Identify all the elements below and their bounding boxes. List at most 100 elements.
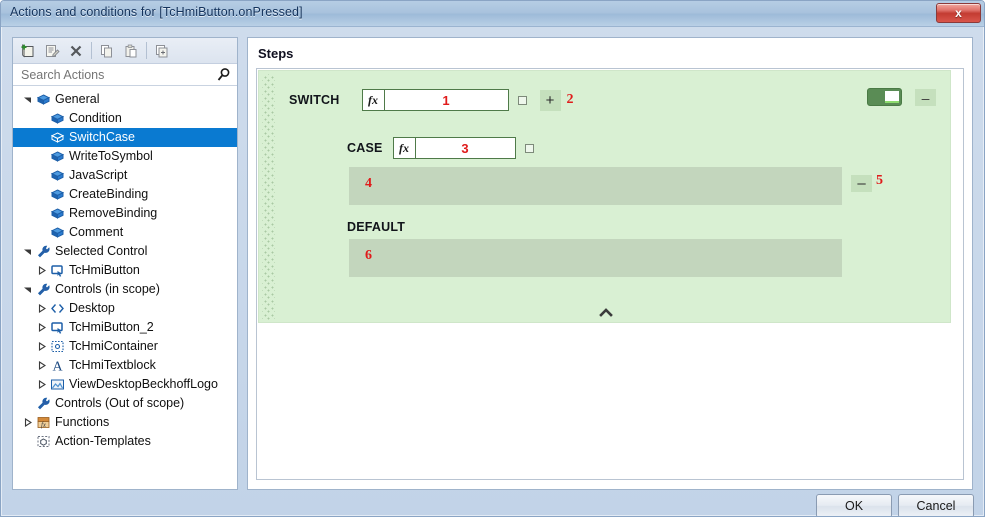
add-case-button[interactable]: + (539, 89, 561, 111)
text-a-icon: A (48, 356, 66, 375)
tree-item-label: Selected Control (55, 244, 148, 258)
remove-step-button[interactable]: – (915, 89, 936, 106)
tree-item-label: CreateBinding (69, 187, 149, 201)
step-drag-handle[interactable] (262, 74, 275, 321)
tree-item-javascript[interactable]: JavaScript (13, 166, 237, 185)
tree-item-label: TcHmiButton (69, 263, 140, 277)
tree-item-desktop[interactable]: Desktop (13, 299, 237, 318)
chevron-down-icon[interactable] (21, 90, 34, 109)
action-cube-icon (48, 128, 66, 147)
case-binding-checkbox[interactable] (524, 143, 534, 153)
fx-icon[interactable]: fx (362, 90, 385, 110)
container-icon (48, 337, 66, 356)
new-action-icon[interactable] (16, 40, 40, 62)
actions-tree[interactable]: General Condition SwitchCase WriteToSymbol J… (13, 87, 237, 489)
close-button[interactable]: x (936, 3, 981, 23)
tree-item-label: General (55, 92, 100, 106)
tree-item-label: TcHmiTextblock (69, 358, 156, 372)
steps-canvas[interactable]: SWITCH fx + 2 – (256, 68, 964, 480)
chevron-right-icon[interactable] (21, 413, 34, 432)
duplicate-icon[interactable] (150, 40, 174, 62)
marker-6: 6 (365, 248, 372, 263)
chevron-right-icon[interactable] (35, 318, 48, 337)
switch-expression-combo: fx (361, 89, 509, 111)
template-icon (34, 432, 52, 451)
case-actions-dropzone[interactable]: 4 (349, 167, 842, 205)
action-cube-icon (48, 166, 66, 185)
ok-button[interactable]: OK (816, 494, 892, 516)
tree-item-action-templates[interactable]: Action-Templates (13, 432, 237, 451)
chevron-down-icon[interactable] (21, 280, 34, 299)
tree-item-selected-control[interactable]: Selected Control (13, 242, 237, 261)
search-input[interactable] (19, 66, 204, 84)
remove-case-button[interactable]: – (851, 175, 872, 192)
copy-icon[interactable] (95, 40, 119, 62)
cancel-button[interactable]: Cancel (898, 494, 974, 516)
step-enable-toggle[interactable] (867, 88, 902, 106)
action-cube-icon (48, 223, 66, 242)
tree-item-label: Comment (69, 225, 124, 239)
tree-item-controls-out-of-scope[interactable]: Controls (Out of scope) (13, 394, 237, 413)
title-bar: Actions and conditions for [TcHmiButton.… (1, 1, 984, 27)
tree-twisty-none (35, 166, 48, 185)
tree-item-label: TcHmiButton_2 (69, 320, 154, 334)
tree-item-createbinding[interactable]: CreateBinding (13, 185, 237, 204)
steps-heading: Steps (258, 46, 294, 61)
switch-binding-checkbox[interactable] (517, 95, 527, 105)
marker-5: 5 (876, 173, 883, 188)
chevron-down-icon[interactable] (21, 242, 34, 261)
toggle-knob (885, 91, 899, 103)
case-expression-combo: fx (392, 137, 516, 159)
tree-item-tchmitextblock[interactable]: A TcHmiTextblock (13, 356, 237, 375)
marker-4: 4 (365, 176, 372, 191)
tree-item-tchmibutton-2[interactable]: TcHmiButton_2 (13, 318, 237, 337)
button-control-icon (48, 261, 66, 280)
fx-icon[interactable]: fx (393, 138, 416, 158)
tree-item-label: Functions (55, 415, 110, 429)
tree-item-label: WriteToSymbol (69, 149, 153, 163)
actions-toolbar (13, 38, 237, 64)
functions-fx-icon: fx (34, 413, 52, 432)
chevron-right-icon[interactable] (35, 375, 48, 394)
switch-expression-input[interactable] (384, 90, 508, 110)
paste-icon[interactable] (119, 40, 143, 62)
tree-item-label: TcHmiContainer (69, 339, 158, 353)
tree-item-comment[interactable]: Comment (13, 223, 237, 242)
delete-action-icon[interactable] (64, 40, 88, 62)
window-title: Actions and conditions for [TcHmiButton.… (10, 5, 303, 19)
tree-item-general[interactable]: General (13, 90, 237, 109)
tree-item-functions[interactable]: fx Functions (13, 413, 237, 432)
image-icon (48, 375, 66, 394)
tree-item-controls-in-scope[interactable]: Controls (in scope) (13, 280, 237, 299)
chevron-right-icon[interactable] (35, 299, 48, 318)
chevron-right-icon[interactable] (35, 356, 48, 375)
chevron-right-icon[interactable] (35, 261, 48, 280)
edit-action-icon[interactable] (40, 40, 64, 62)
tree-item-condition[interactable]: Condition (13, 109, 237, 128)
tree-item-switchcase[interactable]: SwitchCase (13, 128, 237, 147)
case-row: CASE fx (347, 137, 534, 159)
tree-item-writetosymbol[interactable]: WriteToSymbol (13, 147, 237, 166)
toolbar-separator (91, 42, 92, 59)
tree-item-label: Controls (in scope) (55, 282, 160, 296)
tree-twisty-none (35, 204, 48, 223)
switch-keyword: SWITCH (289, 93, 340, 107)
chevron-right-icon[interactable] (35, 337, 48, 356)
close-icon: x (955, 6, 962, 20)
tree-item-viewdesktopbeckhofflogo[interactable]: ViewDesktopBeckhoffLogo (13, 375, 237, 394)
tree-item-label: Action-Templates (55, 434, 151, 448)
chevron-up-icon[interactable] (259, 307, 952, 318)
tree-item-tchmibutton[interactable]: TcHmiButton (13, 261, 237, 280)
tree-item-removebinding[interactable]: RemoveBinding (13, 204, 237, 223)
search-icon[interactable] (216, 67, 231, 82)
default-actions-dropzone[interactable]: 6 (349, 239, 842, 277)
tree-twisty-none (35, 223, 48, 242)
tree-item-label: Controls (Out of scope) (55, 396, 185, 410)
tree-item-tchmicontainer[interactable]: TcHmiContainer (13, 337, 237, 356)
actions-panel: General Condition SwitchCase WriteToSymbol J… (12, 37, 238, 490)
action-cube-icon (48, 204, 66, 223)
default-keyword: DEFAULT (347, 220, 406, 234)
wrench-icon (34, 280, 52, 299)
tree-twisty-none (35, 185, 48, 204)
case-expression-input[interactable] (415, 138, 515, 158)
